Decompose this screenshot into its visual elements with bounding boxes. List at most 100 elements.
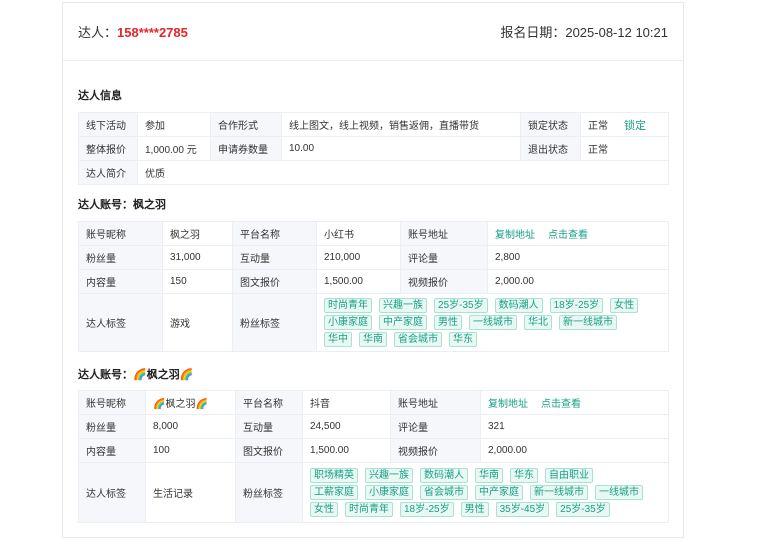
fan-tag-row: 小康家庭 中产家庭 男性 一线城市 华北 新一线城市 — [324, 315, 661, 330]
fan-tag: 华东 — [449, 332, 477, 347]
fan-tag: 25岁-35岁 — [434, 298, 488, 313]
fan-tag: 18岁-25岁 — [549, 298, 604, 313]
fan-tag: 华南 — [359, 332, 387, 347]
signup-date-label: 报名日期： — [500, 25, 566, 40]
talent-tag-value: 游戏 — [162, 293, 233, 352]
fan-tag: 数码潮人 — [420, 468, 468, 483]
fan-tag: 女性 — [310, 502, 338, 517]
fan-tag: 男性 — [434, 315, 462, 330]
fans-value: 8,000 — [145, 414, 236, 439]
platform-label: 平台名称 — [235, 390, 303, 415]
fan-tag: 华东 — [510, 468, 538, 483]
video-price-label: 视频报价 — [400, 269, 488, 294]
fan-tag: 省会城市 — [394, 332, 442, 347]
talent-info-row: 线下活动 参加 合作形式 线上图文，线上视频，销售返佣，直播带货 锁定状态 正常… — [78, 112, 669, 137]
comments-value: 2,800 — [487, 245, 669, 270]
lock-button[interactable]: 锁定 — [624, 120, 646, 132]
fan-tag-row: 工薪家庭 小康家庭 省会城市 中产家庭 新一线城市 一线城市 — [310, 485, 661, 500]
exit-status-value: 正常 — [580, 136, 669, 161]
exit-status-label: 退出状态 — [520, 136, 581, 161]
platform-label: 平台名称 — [232, 221, 317, 246]
fan-tags-label: 粉丝标签 — [235, 462, 303, 523]
contents-value: 150 — [162, 269, 233, 294]
image-price-label: 图文报价 — [232, 269, 317, 294]
fan-tag: 工薪家庭 — [310, 485, 358, 500]
account-row: 账号昵称 🌈枫之羽🌈 平台名称 抖音 账号地址 复制地址 点击查看 — [78, 390, 669, 415]
fan-tag: 中产家庭 — [475, 485, 523, 500]
talent-info-row: 整体报价 1,000.00 元 申请券数量 10.00 退出状态 正常 — [78, 136, 669, 161]
contents-value: 100 — [145, 438, 236, 463]
fan-tag: 数码潮人 — [494, 298, 543, 313]
account-row: 粉丝量 8,000 互动量 24,500 评论量 321 — [78, 414, 669, 439]
fan-tag-row: 女性 时尚青年 18岁-25岁 男性 35岁-45岁 25岁-35岁 — [310, 502, 661, 517]
lock-status-cell: 正常 锁定 — [580, 112, 669, 137]
fan-tag: 新一线城市 — [530, 485, 588, 500]
nickname-value: 枫之羽 — [162, 221, 233, 246]
interactions-value: 24,500 — [302, 414, 391, 439]
fan-tag: 华北 — [524, 315, 552, 330]
lock-status-value: 正常 — [588, 120, 608, 132]
fan-tag: 自由职业 — [545, 468, 593, 483]
address-actions: 复制地址 点击查看 — [480, 390, 669, 415]
fans-label: 粉丝量 — [78, 414, 146, 439]
talent-label: 达人： — [78, 25, 118, 40]
interactions-label: 互动量 — [235, 414, 303, 439]
view-account-link[interactable]: 点击查看 — [548, 230, 588, 241]
account-title: 达人账号：🌈枫之羽🌈 — [78, 369, 194, 381]
fan-tag: 中产家庭 — [379, 315, 427, 330]
talent-tags-label: 达人标签 — [78, 462, 146, 523]
talent-phone: 158****2785 — [117, 25, 188, 40]
fans-value: 31,000 — [162, 245, 233, 270]
comments-label: 评论量 — [390, 414, 481, 439]
fan-tag: 华中 — [324, 332, 352, 347]
fan-tag-row: 职场精英 兴趣一族 数码潮人 华南 华东 自由职业 — [310, 468, 661, 483]
fan-tag-row: 华中 华南 省会城市 华东 — [324, 332, 661, 347]
contents-label: 内容量 — [78, 269, 163, 294]
talent-tag-value: 生活记录 — [145, 462, 236, 523]
coupon-count-label: 申请券数量 — [210, 136, 282, 161]
intro-label: 达人简介 — [78, 160, 138, 185]
offline-activity-label: 线下活动 — [78, 112, 138, 137]
nickname-label: 账号昵称 — [78, 221, 163, 246]
talent-info-title: 达人信息 — [78, 90, 122, 102]
fan-tag: 省会城市 — [420, 485, 468, 500]
copy-address-link[interactable]: 复制地址 — [488, 399, 528, 410]
fan-tag: 华南 — [475, 468, 503, 483]
coupon-count-value: 10.00 — [281, 136, 521, 161]
fan-tag: 兴趣一族 — [379, 298, 427, 313]
interactions-value: 210,000 — [316, 245, 401, 270]
talent-detail-card: 达人：158****2785 报名日期：2025-08-12 10:21 达人信… — [62, 2, 684, 538]
header: 达人：158****2785 报名日期：2025-08-12 10:21 — [63, 3, 683, 61]
fan-tag-row: 时尚青年 兴趣一族 25岁-35岁 数码潮人 18岁-25岁 女性 — [324, 298, 661, 313]
offline-activity-value: 参加 — [137, 112, 211, 137]
fan-tag: 男性 — [460, 502, 489, 517]
fan-tag: 职场精英 — [310, 468, 358, 483]
address-actions: 复制地址 点击查看 — [487, 221, 669, 246]
talent-tags-label: 达人标签 — [78, 293, 163, 352]
fan-tag: 18岁-25岁 — [400, 502, 454, 517]
view-account-link[interactable]: 点击查看 — [541, 399, 581, 410]
fan-tags-list: 职场精英 兴趣一族 数码潮人 华南 华东 自由职业 工薪家庭 小康家庭 省会城市 中产家庭 新一线城… — [310, 468, 661, 517]
fan-tags-cell: 时尚青年 兴趣一族 25岁-35岁 数码潮人 18岁-25岁 女性 小康家庭 中产家庭 男性 一线… — [316, 293, 669, 352]
account-table: 账号昵称 枫之羽 平台名称 小红书 账号地址 复制地址 点击查看 粉丝量 31,0… — [78, 221, 669, 352]
signup-date-value: 2025-08-12 10:21 — [565, 25, 668, 40]
intro-value: 优质 — [137, 160, 669, 185]
platform-value: 小红书 — [316, 221, 401, 246]
video-price-value: 2,000.00 — [487, 269, 669, 294]
fan-tag: 一线城市 — [469, 315, 517, 330]
fans-label: 粉丝量 — [78, 245, 163, 270]
fan-tag: 一线城市 — [595, 485, 643, 500]
fan-tag: 新一线城市 — [559, 315, 617, 330]
copy-address-link[interactable]: 复制地址 — [495, 230, 535, 241]
talent-info-row: 达人简介 优质 — [78, 160, 669, 185]
account-row: 粉丝量 31,000 互动量 210,000 评论量 2,800 — [78, 245, 669, 270]
fan-tag: 时尚青年 — [345, 502, 393, 517]
fan-tag: 时尚青年 — [324, 298, 372, 313]
account-tags-row: 达人标签 生活记录 粉丝标签 职场精英 兴趣一族 数码潮人 华南 华东 自由职业 工薪家庭小… — [78, 462, 669, 523]
fan-tag: 兴趣一族 — [365, 468, 413, 483]
video-price-label: 视频报价 — [390, 438, 481, 463]
video-price-value: 2,000.00 — [480, 438, 669, 463]
fan-tag: 小康家庭 — [324, 315, 372, 330]
account-table: 账号昵称 🌈枫之羽🌈 平台名称 抖音 账号地址 复制地址 点击查看 粉丝量 8,0… — [78, 390, 669, 523]
image-price-value: 1,500.00 — [302, 438, 391, 463]
